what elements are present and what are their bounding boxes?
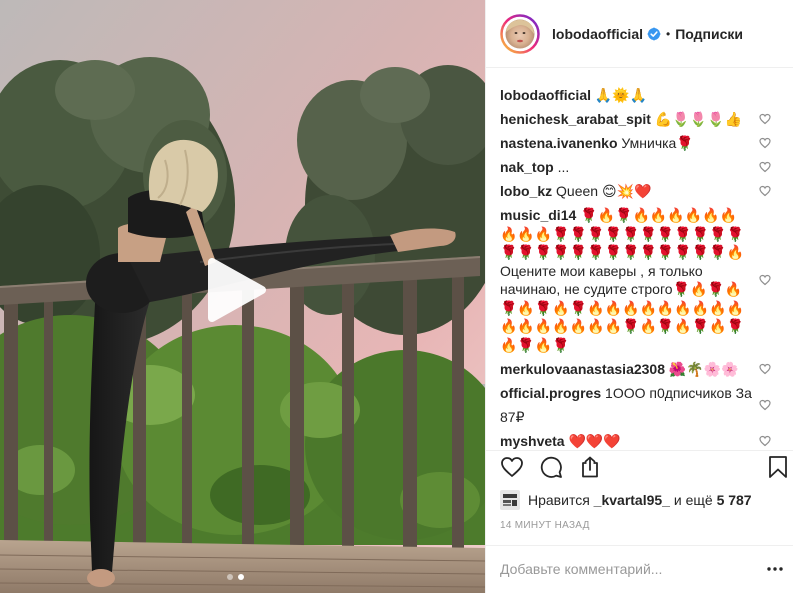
caption: lobodaofficial 🙏🌞🙏 xyxy=(500,83,780,107)
post-video[interactable] xyxy=(0,0,485,593)
comments-list[interactable]: lobodaofficial 🙏🌞🙏 henichesk_arabat_spit… xyxy=(500,83,780,449)
comment-text: Умничка🌹 xyxy=(621,135,694,151)
comment: merkulovaanastasia2308 🌺🌴🌸🌸 xyxy=(500,357,780,381)
comment-text: 🙏🌞🙏 xyxy=(594,87,648,103)
railing-post xyxy=(342,268,354,548)
comment-username[interactable]: official.progres xyxy=(500,385,601,401)
post-timestamp[interactable]: 14 МИНУТ НАЗАД xyxy=(500,520,590,532)
comment-text: Queen 😊💥❤️ xyxy=(556,183,652,199)
likes-count[interactable]: 5 787 xyxy=(717,492,752,508)
bookmark-icon[interactable] xyxy=(766,455,790,479)
video-frame xyxy=(0,0,485,593)
railing-post xyxy=(452,261,464,548)
header-separator: • xyxy=(666,27,671,41)
liker-username[interactable]: _kvartal95_ xyxy=(594,492,670,508)
post-header: lobodaofficial • Подписки xyxy=(486,0,793,68)
following-button[interactable]: Подписки xyxy=(675,25,743,43)
heart-outline-icon[interactable] xyxy=(759,363,771,375)
likes-summary: Нравится _kvartal95_ и ещё 5 787 xyxy=(500,489,752,511)
comment: nak_top ... xyxy=(500,155,780,179)
header-meta: lobodaofficial • Подписки xyxy=(552,25,743,43)
more-horizontal-icon[interactable] xyxy=(766,561,784,577)
comment-text: 🌺🌴🌸🌸 xyxy=(668,361,739,377)
railing-post xyxy=(44,286,53,548)
comment: lobo_kz Queen 😊💥❤️ xyxy=(500,179,780,203)
verified-badge-icon xyxy=(647,27,661,41)
heart-outline-icon[interactable] xyxy=(759,185,771,197)
comment-text: ... xyxy=(557,159,570,175)
railing-post xyxy=(242,274,254,548)
comment-username[interactable]: henichesk_arabat_spit xyxy=(500,111,651,127)
comment: official.progres 1ООО п0дписчиков За 87₽ xyxy=(500,381,780,429)
comment: music_di14 🌹🔥🌹🔥🔥🔥🔥🔥🔥🔥🔥🔥🌹🌹🌹🌹🌹🌹🌹🌹🌹🌹🌹🌹🌹🌹🌹🌹🌹… xyxy=(500,203,780,357)
comment: nastena.ivanenko Умничка🌹 xyxy=(500,131,780,155)
railing-post xyxy=(290,271,304,548)
share-icon[interactable] xyxy=(578,455,602,479)
comment-username[interactable]: myshveta xyxy=(500,433,565,449)
comment: myshveta ❤️❤️❤️ xyxy=(500,429,780,449)
carousel-dot xyxy=(227,574,233,580)
comment-username[interactable]: nastena.ivanenko xyxy=(500,135,618,151)
comment-username[interactable]: music_di14 xyxy=(500,207,576,223)
heart-outline-icon[interactable] xyxy=(759,399,771,411)
avatar[interactable] xyxy=(500,14,540,54)
add-comment-input[interactable] xyxy=(500,557,750,581)
divider xyxy=(486,545,793,546)
heart-outline-icon[interactable] xyxy=(759,274,771,286)
deck xyxy=(0,540,485,593)
railing-post xyxy=(4,290,18,548)
author-username[interactable]: lobodaofficial xyxy=(552,25,643,43)
carousel-dot-active xyxy=(238,574,244,580)
liker-avatar[interactable] xyxy=(500,490,520,510)
likes-prefix: Нравится xyxy=(528,492,590,508)
heart-outline-icon[interactable] xyxy=(500,455,524,479)
comment: henichesk_arabat_spit 💪🌷🌷🌷👍 xyxy=(500,107,780,131)
heart-outline-icon[interactable] xyxy=(759,435,771,447)
likes-connector: и ещё xyxy=(673,492,713,508)
heart-outline-icon[interactable] xyxy=(759,137,771,149)
railing-post xyxy=(182,278,192,548)
railing-post xyxy=(403,264,417,548)
heart-outline-icon[interactable] xyxy=(759,113,771,125)
heart-outline-icon[interactable] xyxy=(759,161,771,173)
comment-username[interactable]: merkulovaanastasia2308 xyxy=(500,361,665,377)
comment-text: 💪🌷🌷🌷👍 xyxy=(654,111,743,127)
instagram-post: lobodaofficial • Подписки lobodaofficial… xyxy=(0,0,793,593)
post-sidebar: lobodaofficial • Подписки lobodaofficial… xyxy=(485,0,793,593)
comment-icon[interactable] xyxy=(539,455,563,479)
comment-text: 🌹🔥🌹🔥🔥🔥🔥🔥🔥🔥🔥🔥🌹🌹🌹🌹🌹🌹🌹🌹🌹🌹🌹🌹🌹🌹🌹🌹🌹🌹🌹🌹🌹🌹🌹🌹🔥Оце… xyxy=(500,207,745,353)
comment-username[interactable]: lobo_kz xyxy=(500,183,552,199)
comment-username[interactable]: lobodaofficial xyxy=(500,87,591,103)
divider xyxy=(486,450,793,451)
comment-username[interactable]: nak_top xyxy=(500,159,554,175)
comment-text: ❤️❤️❤️ xyxy=(568,433,621,449)
